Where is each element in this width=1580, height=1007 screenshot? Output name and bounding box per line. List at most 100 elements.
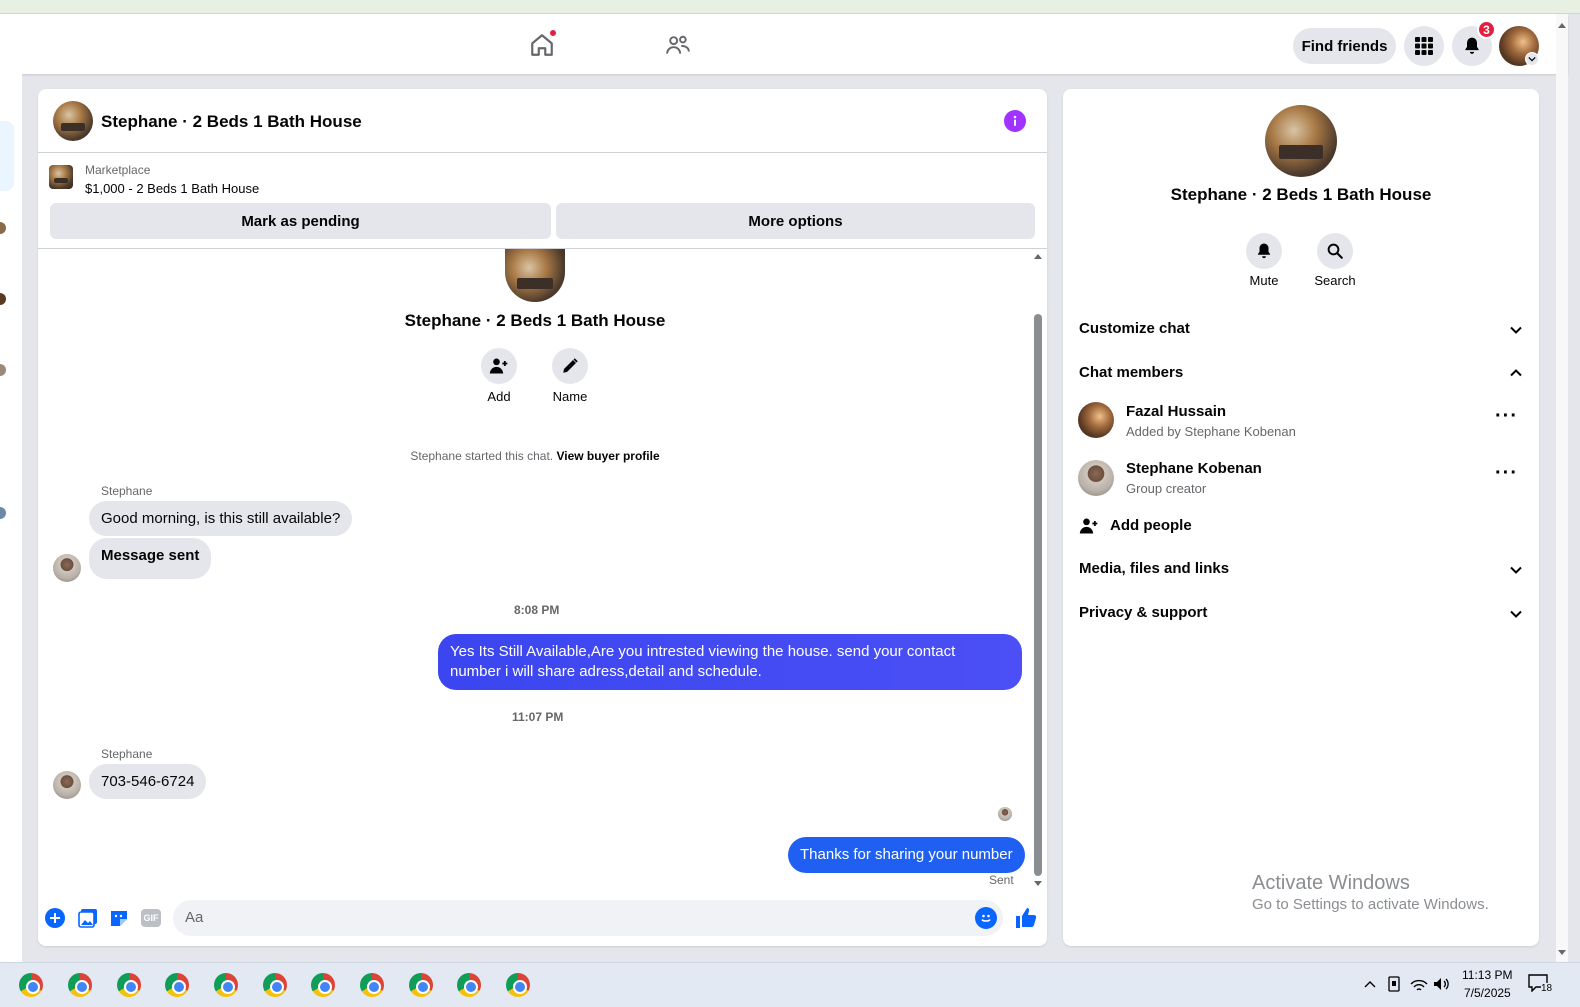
scrollbar-thumb[interactable] [1034,314,1042,876]
notification-center-count: 18 [1541,983,1553,994]
chat-avatar[interactable] [53,101,93,141]
member-subtitle: Added by Stephane Kobenan [1126,424,1296,439]
chrome-taskbar-icon[interactable] [165,973,189,997]
view-buyer-profile-link[interactable]: View buyer profile [556,449,659,463]
sidebar-chat-avatar[interactable] [0,364,6,376]
incoming-message[interactable]: Good morning, is this still available? [89,501,353,536]
chrome-taskbar-icon[interactable] [263,973,287,997]
smile-icon [981,914,991,922]
chat-started-notice: Stephane started this chat. View buyer p… [278,449,792,463]
incoming-message[interactable]: 703-546-6724 [89,764,207,799]
chevron-down-icon [1510,326,1522,334]
mute-label: Mute [1249,273,1279,288]
listing-title[interactable]: $1,000 - 2 Beds 1 Bath House [85,181,259,196]
clock-time[interactable]: 11:13 PM [1462,968,1512,982]
page-scrollbar[interactable] [1556,14,1568,962]
started-text: Stephane started this chat. [410,449,554,463]
plus-icon [50,913,60,923]
outgoing-message[interactable]: Yes Its Still Available,Are you intreste… [438,634,1022,690]
intro-title: Stephane · 2 Beds 1 Bath House [404,311,666,330]
device-icon[interactable] [1387,976,1401,992]
find-friends-button[interactable]: Find friends [1293,28,1396,64]
member-avatar[interactable] [1078,460,1114,496]
info-button[interactable] [1004,110,1026,132]
home-nav-button[interactable] [522,25,562,65]
member-name: Fazal Hussain [1126,403,1227,420]
sender-avatar[interactable] [53,771,81,799]
account-chevron[interactable] [1525,52,1539,66]
name-label: Name [552,389,588,404]
scroll-down-icon [1034,881,1042,886]
message-status: Sent [989,873,1014,887]
pencil-icon [563,358,578,373]
menu-grid-button[interactable] [1404,26,1444,66]
add-label: Add [487,389,511,404]
chrome-taskbar-icon[interactable] [117,973,141,997]
bell-icon [1465,37,1479,54]
chrome-taskbar-icon[interactable] [457,973,481,997]
chrome-taskbar-icon[interactable] [19,973,43,997]
sender-avatar[interactable] [53,554,81,582]
marketplace-label: Marketplace [85,163,151,177]
add-people-label: Add people [1110,517,1192,534]
intro-avatar [505,249,565,302]
mute-button[interactable] [1246,233,1282,269]
left-sidebar-edge [0,74,22,962]
outgoing-message[interactable]: Thanks for sharing your number [788,837,1025,873]
sticker-icon[interactable] [109,908,129,928]
listing-thumbnail[interactable] [49,165,73,189]
clock-date[interactable]: 7/5/2025 [1464,986,1511,1000]
notification-center-button[interactable]: 18 [1528,974,1553,994]
add-person-icon [1079,518,1098,534]
photo-icon[interactable] [78,908,98,928]
incoming-message[interactable]: Message sent [89,538,212,579]
media-files-label: Media, files and links [1079,560,1230,577]
friends-nav-button[interactable] [658,25,698,65]
chrome-taskbar-icon[interactable] [409,973,433,997]
member-avatar[interactable] [1078,402,1114,438]
home-unread-dot [549,29,557,37]
chat-details-panel: Stephane · 2 Beds 1 Bath House Mute Sear… [1063,89,1539,946]
chevron-up-icon[interactable] [1364,979,1376,989]
message-list[interactable]: Stephane · 2 Beds 1 Bath House Add Name … [38,249,1047,894]
add-member-button[interactable] [481,348,517,384]
member-options-button[interactable]: ··· [1495,405,1518,428]
member-options-button[interactable]: ··· [1495,462,1518,485]
message-input[interactable]: Aa [173,900,1003,936]
chrome-taskbar-icon[interactable] [311,973,335,997]
sidebar-selected-item[interactable] [0,121,14,191]
timestamp: 11:07 PM [512,710,564,724]
sender-name: Stephane [101,747,153,761]
chat-panel: Stephane · 2 Beds 1 Bath House Marketpla… [38,89,1047,946]
chrome-taskbar-icon[interactable] [214,973,238,997]
more-options-button[interactable]: More options [556,203,1035,239]
mark-as-pending-button[interactable]: Mark as pending [50,203,551,239]
chat-header: Stephane · 2 Beds 1 Bath House [38,89,1047,153]
gif-button[interactable]: GIF [141,909,161,927]
more-actions-button[interactable] [45,908,65,928]
details-avatar[interactable] [1265,105,1337,177]
scroll-up-icon [1558,23,1566,28]
sidebar-chat-avatar[interactable] [0,507,6,519]
message-scrollbar[interactable] [1034,254,1042,889]
volume-icon[interactable] [1433,976,1449,992]
activate-windows-subtitle: Go to Settings to activate Windows. [1252,896,1489,913]
customize-chat-label: Customize chat [1079,320,1190,337]
message-composer: GIF Aa [38,894,1047,946]
chrome-taskbar-icon[interactable] [360,973,384,997]
sender-name: Stephane [101,484,153,498]
read-receipt-avatar [998,807,1012,821]
sidebar-chat-avatar[interactable] [0,222,6,234]
search-icon [1327,243,1343,259]
emoji-button[interactable] [975,907,997,929]
browser-top-strip [0,0,1580,14]
search-button[interactable] [1317,233,1353,269]
thumbs-up-icon[interactable] [1014,906,1038,930]
sidebar-chat-avatar[interactable] [0,293,6,305]
scroll-down-icon [1558,950,1566,955]
rename-button[interactable] [552,348,588,384]
chrome-taskbar-icon[interactable] [506,973,530,997]
chrome-taskbar-icon[interactable] [68,973,92,997]
chat-title[interactable]: Stephane · 2 Beds 1 Bath House [101,112,362,132]
wifi-icon[interactable] [1410,976,1428,992]
